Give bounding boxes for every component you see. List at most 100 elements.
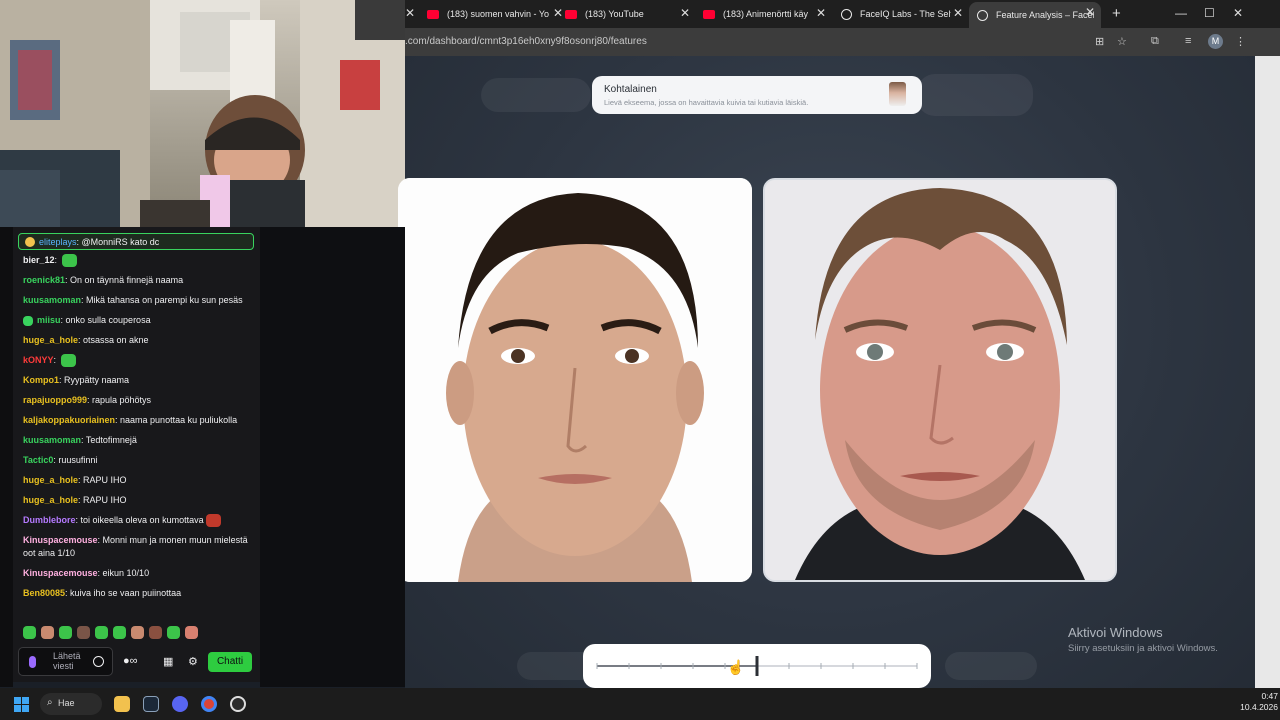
url-field[interactable]: .com/dashboard/cmnt3p16eh0xny9f8osonrj80… [405,36,647,47]
crown-badge-icon [25,237,35,247]
chat-message: kONYY: [23,354,251,368]
chat-username[interactable]: Kompo1 [23,375,59,385]
windows-start-icon[interactable] [14,697,29,712]
mic-icon[interactable] [29,656,36,668]
chat-username[interactable]: huge_a_hole [23,335,78,345]
tab-faceiq-home[interactable]: FaceIQ Labs - The Self-Im [841,4,951,24]
pinned-user[interactable]: eliteplays [39,237,77,247]
chat-username[interactable]: kaljakoppakuoriainen [23,415,115,425]
emote-icon [60,354,76,368]
close-tab-icon[interactable]: ✕ [680,6,690,20]
emote-icon[interactable] [95,626,108,639]
chat-message: Dumblebore: toi oikeella oleva on kumott… [23,514,251,528]
obs-background [260,227,405,687]
chat-username[interactable]: roenick81 [23,275,65,285]
taskbar-clock[interactable]: 0:47 10.4.2026 [1240,691,1278,713]
chat-username[interactable]: kONYY [23,355,54,365]
chat-text: : eikun 10/10 [97,568,150,578]
taskbar-search[interactable]: ⌕ Hae [40,693,102,715]
chat-message: Kinuspacemouse: eikun 10/10 [23,567,251,580]
emote-icon [61,254,77,268]
bits-icon[interactable]: ●∞ [123,655,138,667]
discord-icon[interactable] [172,696,188,712]
feature-rating-title: Kohtalainen [604,84,657,95]
chat-text: : rapula pöhötys [87,395,152,405]
steam-icon[interactable] [143,696,159,712]
emote-icon[interactable] [23,626,36,639]
slider-thumb[interactable] [755,656,759,676]
menu-kebab-icon[interactable]: ⋮ [1235,35,1246,48]
tab-feature-analysis[interactable]: Feature Analysis – FaceIQ ✕ [969,2,1101,28]
bookmark-star-icon[interactable]: ☆ [1117,35,1127,48]
emote-icon[interactable] [77,626,90,639]
windows-activation-subtitle: Siirry asetuksiin ja aktivoi Windows. [1068,643,1218,654]
tab-youtube-3[interactable]: (183) Animenörtti käy k [703,4,808,24]
chat-username[interactable]: kuusamoman [23,435,81,445]
chat-username[interactable]: kuusamoman [23,295,81,305]
emote-bar [23,626,198,639]
feature-option-blurred[interactable] [917,74,1033,116]
emote-icon[interactable] [185,626,198,639]
browser-tab-bar: ✕ (183) suomen vahvin - Yo ✕ (183) YouTu… [405,0,1280,28]
emote-icon[interactable] [41,626,54,639]
windows-activation-title: Aktivoi Windows [1068,625,1163,640]
reference-face-image [398,178,752,582]
emote-icon[interactable] [149,626,162,639]
chat-username[interactable]: miisu [37,315,61,325]
windows-taskbar: ⌕ Hae 0:47 10.4.2026 [0,688,1280,720]
chat-username[interactable]: huge_a_hole [23,495,78,505]
close-tab-icon[interactable]: ✕ [405,6,415,20]
emote-icon[interactable] [59,626,72,639]
close-tab-icon[interactable]: ✕ [816,6,826,20]
new-tab-icon[interactable]: + [1112,5,1121,22]
chat-username[interactable]: Tactic0 [23,455,53,465]
chat-input[interactable]: Lähetä viesti [18,647,113,676]
tab-youtube-2[interactable]: (183) YouTube [565,4,685,24]
close-tab-icon[interactable]: ✕ [553,6,563,20]
obs-icon[interactable] [230,696,246,712]
file-explorer-icon[interactable] [114,696,130,712]
chat-text: : RAPU IHO [78,475,127,485]
chat-send-button[interactable]: Chatti [208,652,252,672]
clock-date: 10.4.2026 [1240,702,1278,712]
window-edge [1255,56,1280,688]
close-window-icon[interactable]: ✕ [1233,6,1243,20]
chat-message: miisu: onko sulla couperosa [23,314,251,327]
chat-username[interactable]: huge_a_hole [23,475,78,485]
chat-username[interactable]: Ben80085 [23,588,65,598]
chat-username[interactable]: bier_12 [23,255,55,265]
chat-username[interactable]: Kinuspacemouse [23,535,98,545]
chat-message: rapajuoppo999: rapula pöhötys [23,394,251,407]
chat-username[interactable]: rapajuoppo999 [23,395,87,405]
store-icon[interactable]: ▦ [163,655,173,668]
youtube-icon [427,9,439,19]
chrome-icon[interactable] [201,696,217,712]
search-icon: ⌕ [47,697,53,708]
minimize-icon[interactable]: — [1175,6,1187,20]
next-feature-button[interactable] [945,652,1037,680]
chat-username[interactable]: Kinuspacemouse [23,568,98,578]
severity-slider[interactable]: ☝ [583,644,931,688]
emoji-picker-icon[interactable] [93,656,104,667]
feature-option-blurred[interactable] [481,78,591,112]
extensions-icon[interactable]: ⧉ [1151,35,1159,48]
feature-rating-card[interactable]: Kohtalainen Lievä ekseema, jossa on hava… [592,76,922,114]
maximize-icon[interactable]: ☐ [1204,6,1215,20]
close-tab-icon[interactable]: ✕ [953,6,963,20]
chat-username[interactable]: Dumblebore [23,515,76,525]
close-tab-icon[interactable]: ✕ [1085,5,1095,19]
profile-avatar[interactable]: M [1208,34,1223,49]
chat-text: : ruusufinni [53,455,98,465]
chat-message: bier_12: [23,254,251,268]
translate-icon[interactable]: ⊞ [1095,35,1104,48]
chat-message: kaljakoppakuoriainen: naama punottaa ku … [23,414,251,427]
settings-gear-icon[interactable]: ⚙ [188,655,198,668]
emote-icon[interactable] [131,626,144,639]
media-control-icon[interactable]: ≡ [1185,35,1191,47]
emote-icon[interactable] [167,626,180,639]
emote-icon[interactable] [113,626,126,639]
tab-youtube-1[interactable]: (183) suomen vahvin - Yo [427,4,567,24]
chat-text: : Mikä tahansa on parempi ku sun pesäs [81,295,243,305]
feature-reference-thumbnail [889,82,906,106]
slider-track[interactable]: ☝ [583,644,931,688]
